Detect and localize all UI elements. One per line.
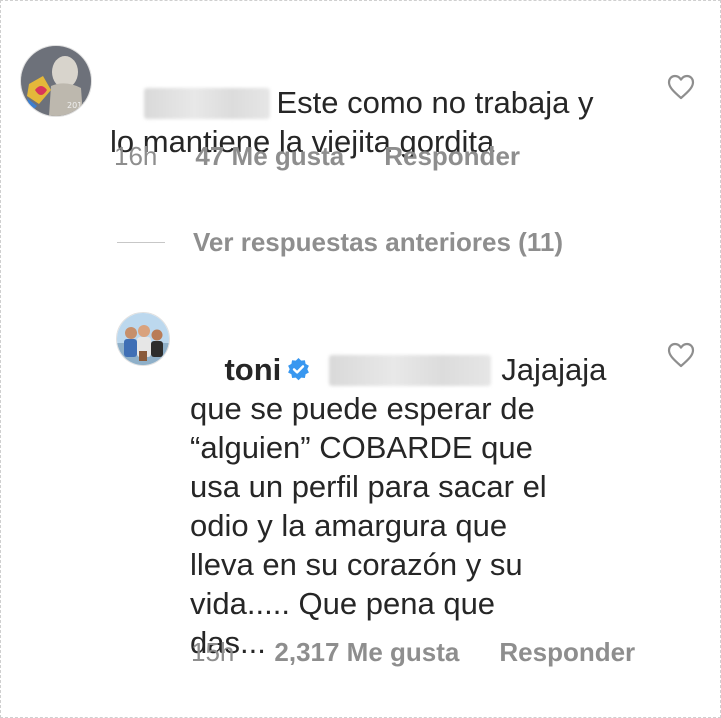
- comment-2-text-first: Jajajaja: [501, 352, 607, 387]
- comment-2-text: que se puede esperar de “alguien” COBARD…: [190, 391, 547, 660]
- replies-divider-line: [117, 242, 165, 243]
- comment-1-reply-button[interactable]: Responder: [384, 141, 520, 172]
- comment-1-body: Este como no trabaja y lo mantiene la vi…: [110, 44, 670, 200]
- toni-avatar[interactable]: [116, 312, 170, 366]
- comment-2-likes[interactable]: 2,317 Me gusta: [274, 637, 459, 668]
- heart-outline-icon[interactable]: [667, 74, 695, 100]
- blurred-mention[interactable]: [329, 355, 492, 386]
- user-avatar-icon: 2018: [21, 46, 91, 116]
- comment-1-meta: 16h 47 Me gusta Responder: [114, 141, 520, 172]
- user-avatar-icon: [117, 313, 169, 365]
- comment-2-meta: 15h 2,317 Me gusta Responder: [191, 637, 635, 668]
- comment-2-time: 15h: [191, 637, 235, 667]
- svg-text:2018: 2018: [67, 101, 87, 110]
- blurred-username[interactable]: [144, 88, 271, 119]
- comment-2-username[interactable]: toni: [224, 352, 281, 387]
- comment-1-time: 16h: [114, 141, 158, 171]
- comments-panel: 2018 Este como no trabaja y lo mantiene …: [0, 0, 721, 718]
- view-previous-replies-button[interactable]: Ver respuestas anteriores (11): [117, 227, 563, 258]
- comment-2-reply-button[interactable]: Responder: [499, 637, 635, 668]
- comment-1-likes[interactable]: 47 Me gusta: [195, 141, 344, 172]
- heart-outline-icon[interactable]: [667, 342, 695, 368]
- verified-badge-icon: [288, 358, 310, 381]
- commenter-avatar[interactable]: 2018: [20, 45, 92, 117]
- view-replies-label: Ver respuestas anteriores (11): [193, 227, 563, 257]
